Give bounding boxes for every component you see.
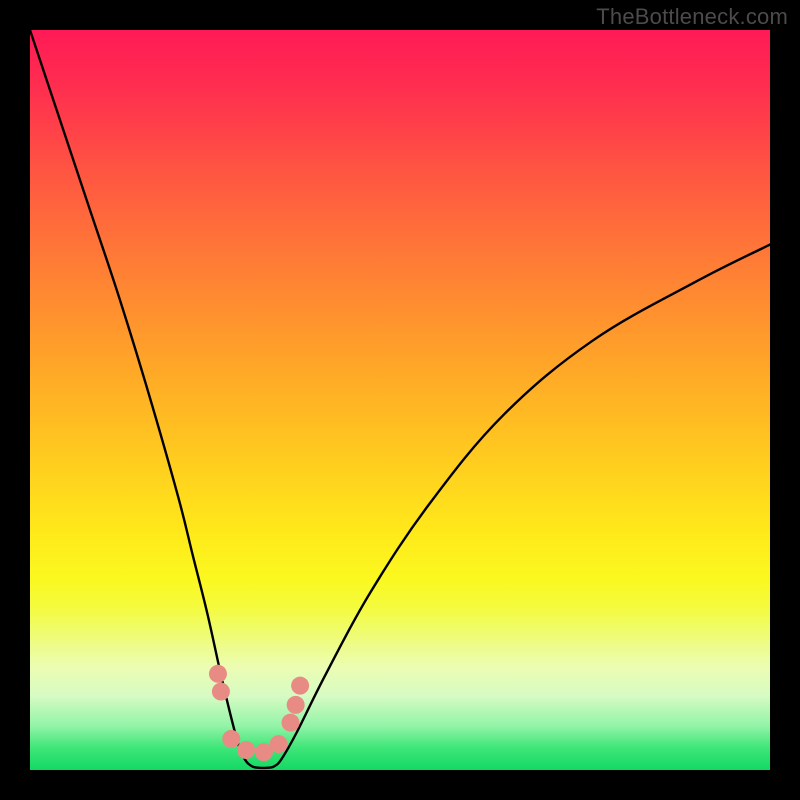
curve-marker [212,683,230,701]
chart-frame: TheBottleneck.com [0,0,800,800]
plot-area [30,30,770,770]
watermark-text: TheBottleneck.com [596,4,788,30]
bottleneck-curve [30,30,770,768]
curve-marker [291,677,309,695]
curve-marker [209,665,227,683]
curve-marker [237,741,255,759]
curve-marker [270,735,288,753]
curve-layer [30,30,770,770]
curve-marker [287,696,305,714]
curve-marker [281,714,299,732]
curve-marker [222,730,240,748]
marker-layer [209,665,309,761]
